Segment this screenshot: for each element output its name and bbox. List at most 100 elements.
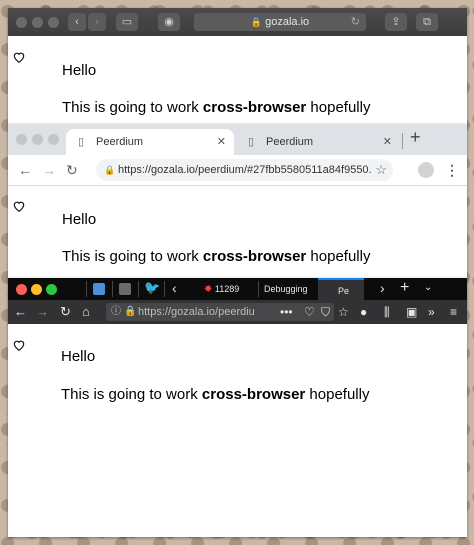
hamburger-menu-icon[interactable]: ≡ bbox=[450, 300, 457, 324]
safari-window: ‹ › ▭ ◉ 🔒 gozala.io ↻ ⇪ ⧉ Hello This is … bbox=[8, 8, 467, 126]
reload-icon[interactable]: ↻ bbox=[351, 13, 360, 31]
chrome-tabstrip: ▯ Peerdium ✕ ▯ Peerdium ✕ + bbox=[8, 124, 467, 155]
address-bar[interactable]: 🔒 gozala.io ↻ bbox=[194, 13, 366, 31]
chrome-toolbar: ← → ↻ 🔒 https://gozala.io/peerdium/#27fb… bbox=[8, 155, 467, 186]
hello-text: Hello bbox=[62, 62, 97, 79]
firefox-page: Hello This is going to work cross-browse… bbox=[8, 324, 467, 537]
forward-icon[interactable]: › bbox=[88, 13, 106, 31]
document-icon: ▯ bbox=[248, 136, 255, 148]
scroll-tabs-right-icon[interactable]: › bbox=[380, 278, 385, 299]
body-text: This is going to work cross-browser hope… bbox=[61, 386, 369, 403]
overflow-icon[interactable]: » bbox=[428, 300, 435, 324]
tab-debugging[interactable]: Debugging bbox=[264, 278, 314, 300]
minimize-button[interactable] bbox=[32, 134, 43, 145]
omnibox[interactable]: 🔒 https://gozala.io/peerdium/#27fbb55805… bbox=[96, 159, 393, 181]
body-text: This is going to work cross-browser hope… bbox=[62, 99, 370, 116]
forward-icon[interactable]: → bbox=[42, 155, 56, 185]
privacy-icon[interactable]: ◉ bbox=[158, 13, 180, 31]
bookmark-star-icon[interactable]: ☆ bbox=[338, 300, 349, 324]
heart-icon[interactable] bbox=[12, 338, 26, 352]
back-icon[interactable]: ‹ bbox=[68, 13, 86, 31]
text-before: This is going to work bbox=[62, 99, 203, 116]
lock-icon: 🔒 bbox=[124, 306, 137, 317]
hello-text: Hello bbox=[61, 348, 96, 365]
text-after: hopefully bbox=[305, 386, 370, 403]
tab-label: 11289 bbox=[214, 284, 240, 294]
library-icon[interactable]: ⫼ bbox=[384, 300, 390, 324]
text-after: hopefully bbox=[306, 248, 371, 265]
maximize-button[interactable] bbox=[48, 17, 59, 28]
tab-peerdium[interactable]: ▯ Peerdium ✕ bbox=[236, 129, 400, 155]
tab-label: Peerdium bbox=[266, 136, 314, 148]
new-tab-button[interactable]: + bbox=[410, 127, 421, 148]
home-icon[interactable]: ⌂ bbox=[82, 300, 90, 324]
tab-11289[interactable]: ✸ 11289 bbox=[204, 278, 256, 300]
heart-icon[interactable] bbox=[12, 50, 26, 64]
pocket-icon[interactable]: ⛉ bbox=[321, 300, 330, 324]
tab-divider bbox=[402, 133, 403, 149]
close-button[interactable] bbox=[16, 134, 27, 145]
github-icon[interactable] bbox=[119, 283, 131, 295]
tab-divider bbox=[164, 281, 165, 297]
minimize-button[interactable] bbox=[32, 17, 43, 28]
tab-list-dropdown-icon[interactable]: ⌄ bbox=[424, 278, 432, 299]
url-bar[interactable]: ⓘ 🔒 https://gozala.io/peerdiu bbox=[106, 303, 334, 321]
info-icon[interactable]: ⓘ bbox=[111, 303, 121, 321]
bookmark-star-icon[interactable]: ☆ bbox=[371, 159, 387, 181]
address-text: https://gozala.io/peerdiu bbox=[138, 306, 255, 318]
address-text: https://gozala.io/peerdium/#27fbb5580511… bbox=[118, 164, 378, 176]
bulb-icon[interactable]: ♡ bbox=[304, 300, 315, 324]
terminal-icon[interactable] bbox=[93, 283, 105, 295]
twitter-icon[interactable]: 🐦 bbox=[144, 280, 160, 296]
text-after: hopefully bbox=[306, 99, 371, 116]
tab-divider bbox=[138, 281, 139, 297]
menu-icon[interactable]: ⋮ bbox=[445, 155, 459, 185]
back-icon[interactable]: ← bbox=[14, 300, 27, 324]
maximize-button[interactable] bbox=[46, 284, 57, 295]
text-bold: cross-browser bbox=[201, 386, 306, 403]
tabs-overview-icon[interactable]: ⧉ bbox=[416, 13, 438, 31]
tab-divider bbox=[112, 281, 113, 297]
body-text: This is going to work cross-browser hope… bbox=[62, 248, 370, 265]
tab-divider bbox=[86, 281, 87, 297]
text-bold: cross-browser bbox=[202, 248, 307, 265]
scroll-tabs-left-icon[interactable]: ‹ bbox=[172, 278, 177, 299]
text-before: This is going to work bbox=[61, 386, 202, 403]
tab-label: Pe bbox=[338, 286, 350, 296]
forward-icon[interactable]: → bbox=[36, 300, 49, 324]
lock-icon: 🔒 bbox=[250, 17, 263, 27]
chrome-page: Hello This is going to work cross-browse… bbox=[8, 186, 467, 280]
maximize-button[interactable] bbox=[48, 134, 59, 145]
close-button[interactable] bbox=[16, 17, 27, 28]
tab-label: Peerdium bbox=[96, 136, 144, 148]
firefox-tabstrip: 🐦 ‹ ✸ 11289 Debugging Pe › + ⌄ bbox=[8, 278, 467, 300]
tab-label: Debugging bbox=[264, 284, 308, 294]
firefox-window: 🐦 ‹ ✸ 11289 Debugging Pe › + ⌄ ← → ↻ ⌂ ⓘ… bbox=[8, 278, 467, 537]
hello-text: Hello bbox=[62, 211, 97, 228]
new-tab-button[interactable]: + bbox=[400, 278, 409, 299]
extension-icon[interactable]: ● bbox=[360, 300, 367, 324]
safari-titlebar: ‹ › ▭ ◉ 🔒 gozala.io ↻ ⇪ ⧉ bbox=[8, 8, 467, 36]
tab-divider bbox=[258, 281, 259, 297]
document-icon: ▯ bbox=[78, 136, 85, 148]
sidebar-icon[interactable]: ▣ bbox=[406, 300, 417, 324]
lock-icon: 🔒 bbox=[104, 165, 116, 175]
page-actions-icon[interactable]: ••• bbox=[280, 300, 293, 324]
reload-icon[interactable]: ↻ bbox=[66, 155, 78, 185]
share-icon[interactable]: ⇪ bbox=[385, 13, 407, 31]
back-icon[interactable]: ← bbox=[18, 155, 32, 185]
chrome-window: ▯ Peerdium ✕ ▯ Peerdium ✕ + ← → ↻ 🔒 http… bbox=[8, 124, 467, 280]
rust-icon: ✸ bbox=[204, 284, 213, 295]
close-tab-icon[interactable]: ✕ bbox=[217, 129, 226, 155]
close-tab-icon[interactable]: ✕ bbox=[383, 129, 392, 155]
heart-icon[interactable] bbox=[12, 199, 26, 213]
sidebar-icon[interactable]: ▭ bbox=[116, 13, 138, 31]
profile-avatar[interactable] bbox=[418, 162, 434, 178]
reload-icon[interactable]: ↻ bbox=[60, 300, 71, 324]
tab-peerdium-active[interactable]: ▯ Peerdium ✕ bbox=[66, 129, 234, 155]
close-button[interactable] bbox=[16, 284, 27, 295]
address-text: gozala.io bbox=[265, 16, 310, 28]
minimize-button[interactable] bbox=[31, 284, 42, 295]
tab-peerdium-active[interactable]: Pe bbox=[318, 278, 364, 300]
text-before: This is going to work bbox=[62, 248, 203, 265]
